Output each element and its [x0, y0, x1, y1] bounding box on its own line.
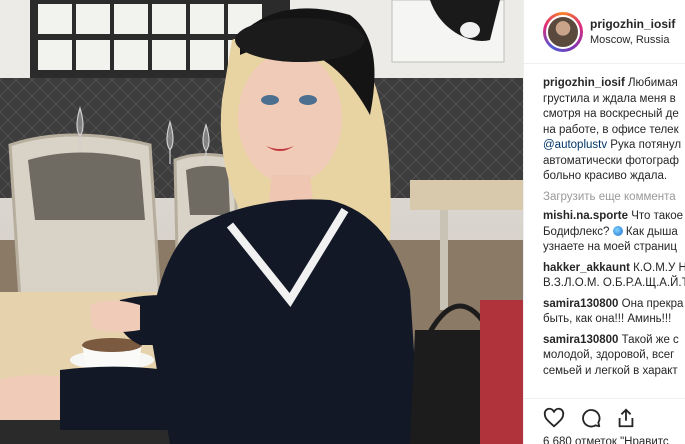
post-header: prigozhin_iosif Moscow, Russia [524, 0, 685, 64]
caption-username[interactable]: prigozhin_iosif [543, 77, 625, 89]
comment-text: Бодифлекс? [543, 225, 610, 238]
comment-icon[interactable] [580, 407, 602, 429]
comment: mishi.na.sporte Что такое Бодифлекс? Как… [543, 209, 685, 256]
globe-emoji-icon [612, 225, 623, 236]
caption-text-line: автоматически фотограф [543, 154, 679, 167]
comment-text: Она прекра [621, 297, 684, 310]
comment: samira130800 Она прекра быть, как она!!!… [543, 297, 685, 328]
caption-text-line: Рука потянул [607, 139, 682, 151]
caption-text-line: на работе, в офисе телек [543, 123, 679, 136]
comment-text: Как дыша [622, 225, 678, 238]
comment-text: К.О.М.У Н [633, 261, 685, 274]
comments-list: prigozhin_iosif Любимая грустила и ждала… [543, 76, 685, 384]
comment-username[interactable]: mishi.na.sporte [543, 210, 628, 222]
share-icon[interactable] [615, 407, 637, 429]
caption-text-line: Любимая [627, 77, 678, 89]
likes-count[interactable]: 6 680 отметок "Нравитс [543, 436, 669, 444]
post-location[interactable]: Moscow, Russia [590, 34, 669, 46]
caption-text-line: больно красиво ждала. [543, 170, 668, 182]
caption-text-line: грустила и ждала меня в [543, 92, 676, 105]
comment-text: семьей и легкой в характ [543, 364, 678, 377]
post-sidebar: prigozhin_iosif Moscow, Russia prigozhin… [523, 0, 685, 444]
heart-icon[interactable] [543, 407, 565, 429]
comment: hakker_akkaunt К.О.М.У Н В.З.Л.О.М. О.Б.… [543, 261, 685, 292]
comment: samira130800 Такой же с молодой, здорово… [543, 333, 685, 380]
photo-scene [0, 0, 523, 444]
comment-username[interactable]: samira130800 [543, 334, 618, 346]
comment-text: Что такое [631, 210, 684, 222]
comment-text: узнаете на моей страниц [543, 241, 677, 253]
post-username[interactable]: prigozhin_iosif [590, 17, 675, 31]
caption: prigozhin_iosif Любимая грустила и ждала… [543, 76, 685, 185]
post-photo[interactable] [0, 0, 523, 444]
comment-text: молодой, здоровой, всег [543, 349, 675, 361]
comment-text: быть, как она!!! Аминь!!! [543, 313, 672, 325]
avatar-image [546, 15, 580, 49]
comment-username[interactable]: samira130800 [543, 298, 618, 310]
avatar[interactable] [543, 12, 583, 52]
mention-link[interactable]: @autoplustv [543, 139, 607, 151]
comment-username[interactable]: hakker_akkaunt [543, 262, 630, 274]
comment-text: Такой же с [621, 333, 679, 346]
comment-text: В.З.Л.О.М. О.Б.Р.А.Щ.А.Й.Т [543, 277, 685, 289]
caption-text-line: смотря на воскресный де [543, 108, 679, 120]
load-more-comments-button[interactable]: Загрузить еще коммента [543, 190, 685, 206]
